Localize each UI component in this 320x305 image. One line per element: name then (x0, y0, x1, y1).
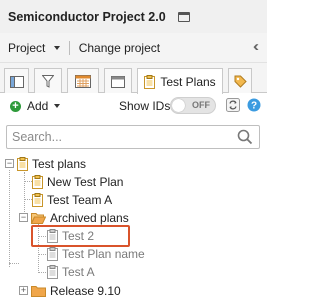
tree-node-label: Test plans (32, 157, 87, 171)
tab-test-plans-label: Test Plans (160, 74, 216, 89)
tree-connector (9, 263, 19, 264)
svg-text:?: ? (251, 101, 257, 112)
collapse-toggle[interactable]: − (5, 159, 14, 168)
tab-window[interactable] (104, 68, 132, 94)
tab-filter[interactable] (34, 68, 62, 94)
add-button-label: Add (27, 99, 49, 113)
tree-view-icon (9, 75, 24, 88)
window-icon (111, 75, 125, 88)
project-menu-label: Project (8, 40, 46, 55)
tree-node-test-plan-name[interactable]: Test Plan name (47, 245, 145, 263)
show-ids-label: Show IDs (119, 99, 171, 113)
tree-node-label: Test Plan name (62, 247, 145, 261)
project-menu-button[interactable]: Project (8, 41, 60, 55)
plus-icon: + (10, 100, 21, 112)
search-icon[interactable] (237, 129, 253, 145)
toggle-knob (172, 99, 185, 112)
tree-connector (24, 172, 25, 212)
expand-toggle[interactable]: + (19, 286, 28, 295)
clipboard-icon (32, 193, 43, 207)
tree-connector (9, 170, 10, 267)
folder-icon (31, 286, 46, 297)
window-icon[interactable] (177, 11, 190, 22)
project-bar: Project Change project ‹‹ (0, 33, 267, 63)
clipboard-icon (47, 247, 58, 261)
tree-connector (24, 199, 32, 200)
tree-connector (38, 272, 46, 273)
folder-open-icon (31, 213, 46, 224)
toolbar: + Add Show IDs OFF ? (0, 93, 267, 119)
search-input[interactable] (7, 126, 227, 148)
chevron-down-icon (53, 46, 60, 51)
collapse-toggle[interactable]: − (19, 213, 28, 222)
tree-node-release-9-10[interactable]: Release 9.10 (31, 282, 121, 300)
tree-node-label: Test A (62, 265, 95, 279)
tree-node-new-test-plan[interactable]: New Test Plan (32, 173, 123, 191)
tree-node-label: Release 9.10 (50, 284, 121, 298)
tab-tags[interactable] (228, 68, 252, 94)
filter-icon (42, 75, 54, 88)
change-project-button[interactable]: Change project (79, 41, 160, 55)
tree-connector (24, 181, 32, 182)
divider (68, 40, 70, 55)
clipboard-icon (144, 74, 156, 89)
search-box (6, 125, 260, 149)
show-ids-toggle[interactable]: OFF (170, 97, 216, 114)
tree-node-label: Archived plans (50, 211, 129, 225)
tree-node-label: New Test Plan (47, 175, 124, 189)
tab-tree-view[interactable] (4, 68, 29, 94)
tab-test-plans[interactable]: Test Plans (137, 68, 223, 94)
selection-highlight (31, 225, 130, 247)
toggle-state-label: OFF (192, 100, 210, 110)
tree-node-test-team-a[interactable]: Test Team A (32, 191, 112, 209)
clipboard-icon (17, 157, 28, 171)
calendar-icon (75, 75, 91, 88)
window-title: Semiconductor Project 2.0 (8, 9, 166, 24)
clipboard-icon (47, 265, 58, 279)
tab-calendar[interactable] (67, 68, 99, 94)
tab-bar: Test Plans (0, 63, 267, 94)
tree-node-test-plans[interactable]: Test plans (17, 155, 86, 173)
tree-node-test-a[interactable]: Test A (47, 263, 95, 281)
chevron-down-icon (54, 104, 61, 108)
tree-connector (38, 254, 46, 255)
tree-node-label: Test Team A (47, 193, 113, 207)
help-icon[interactable]: ? (247, 98, 261, 112)
title-bar: Semiconductor Project 2.0 (0, 0, 267, 33)
double-chevron-left-icon[interactable]: ‹‹ (253, 38, 259, 55)
clipboard-icon (32, 175, 43, 189)
add-button[interactable]: + Add (10, 99, 61, 113)
refresh-icon[interactable] (226, 98, 240, 112)
tag-icon (234, 75, 247, 88)
